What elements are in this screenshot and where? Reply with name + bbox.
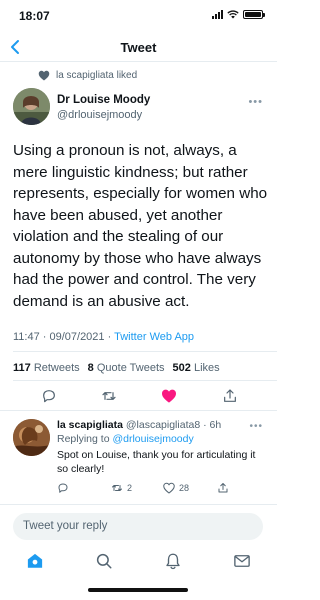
reply-share-action[interactable] — [217, 482, 229, 494]
nav-bar: Tweet — [0, 32, 277, 62]
more-options-icon[interactable]: ••• — [248, 96, 263, 108]
retweets-count: 117 — [13, 362, 31, 374]
reply-composer-placeholder: Tweet your reply — [23, 520, 108, 532]
reply-like-count: 28 — [179, 483, 190, 493]
reply-avatar[interactable] — [13, 419, 50, 456]
likes-stat[interactable]: 502 Likes — [173, 362, 220, 374]
like-icon[interactable] — [161, 388, 177, 404]
home-icon[interactable] — [26, 552, 44, 570]
replying-to: Replying to @drlouisejmoody — [57, 433, 194, 445]
tweet-stats: 117 Retweets 8 Quote Tweets 502 Likes — [13, 362, 220, 374]
home-indicator — [88, 588, 188, 592]
replying-to-label: Replying to — [57, 433, 113, 445]
search-icon[interactable] — [95, 552, 113, 570]
tweet-text: Using a pronoun is not, always, a mere l… — [13, 142, 268, 310]
reply-actions: 2 28 — [57, 482, 269, 496]
quotes-count: 8 — [87, 362, 94, 374]
reply-icon[interactable] — [41, 388, 57, 404]
wifi-icon — [227, 10, 239, 19]
author-handle[interactable]: @drlouisejmoody — [57, 109, 142, 121]
quotes-stat[interactable]: 8 Quote Tweets — [88, 362, 165, 374]
tweet-source[interactable]: Twitter Web App — [114, 331, 194, 343]
retweet-icon — [112, 485, 122, 491]
divider — [0, 504, 277, 505]
divider — [13, 351, 277, 352]
reply-text: Spot on Louise, thank you for articulati… — [57, 449, 256, 475]
retweet-icon[interactable] — [101, 388, 117, 404]
divider — [0, 410, 277, 411]
tab-bar — [0, 546, 277, 576]
reply-retweet-count: 2 — [127, 483, 133, 493]
replying-to-mention[interactable]: @drlouisejmoody — [112, 433, 193, 445]
reply-like-action[interactable]: 28 — [163, 482, 189, 494]
reply-composer[interactable]: Tweet your reply — [13, 513, 263, 540]
share-icon[interactable] — [222, 388, 238, 404]
tweet-actions — [0, 384, 277, 408]
tweet-timestamp[interactable]: 11:47 · 09/07/2021 · — [13, 331, 114, 343]
social-context[interactable]: la scapigliata liked — [38, 70, 137, 81]
likes-count: 502 — [172, 362, 191, 374]
quotes-label: Quote Tweets — [96, 362, 165, 374]
author-avatar-image — [13, 88, 50, 125]
notifications-icon[interactable] — [164, 552, 182, 570]
reply-avatar-image — [13, 419, 50, 456]
reply-author-handle[interactable]: @lascapigliata8 · 6h — [126, 419, 221, 431]
status-time: 18:07 — [19, 9, 50, 23]
status-icons — [212, 10, 265, 19]
page-title: Tweet — [120, 40, 157, 55]
reply-header: la scapigliata @lascapigliata8 · 6h — [57, 419, 221, 431]
author-avatar[interactable] — [13, 88, 50, 125]
reply-reply-action[interactable] — [57, 482, 69, 494]
retweets-stat[interactable]: 117 Retweets — [13, 362, 80, 374]
heart-icon — [38, 70, 50, 81]
battery-icon — [243, 10, 265, 19]
share-icon — [218, 483, 228, 493]
retweets-label: Retweets — [33, 362, 80, 374]
like-icon — [163, 482, 175, 494]
tweet-meta: 11:47 · 09/07/2021 · Twitter Web App — [13, 331, 194, 343]
reply-icon — [58, 483, 68, 493]
reply-retweet-action[interactable]: 2 — [111, 482, 132, 494]
likes-label: Likes — [193, 362, 220, 374]
social-context-label: la scapigliata liked — [56, 70, 138, 81]
reply-more-options-icon[interactable]: ••• — [249, 421, 263, 432]
reply-author-name[interactable]: la scapigliata — [57, 419, 123, 431]
author-name[interactable]: Dr Louise Moody — [57, 94, 150, 106]
divider — [13, 380, 277, 381]
messages-icon[interactable] — [233, 552, 251, 570]
signal-icon — [212, 10, 223, 19]
status-bar: 18:07 — [0, 0, 277, 32]
